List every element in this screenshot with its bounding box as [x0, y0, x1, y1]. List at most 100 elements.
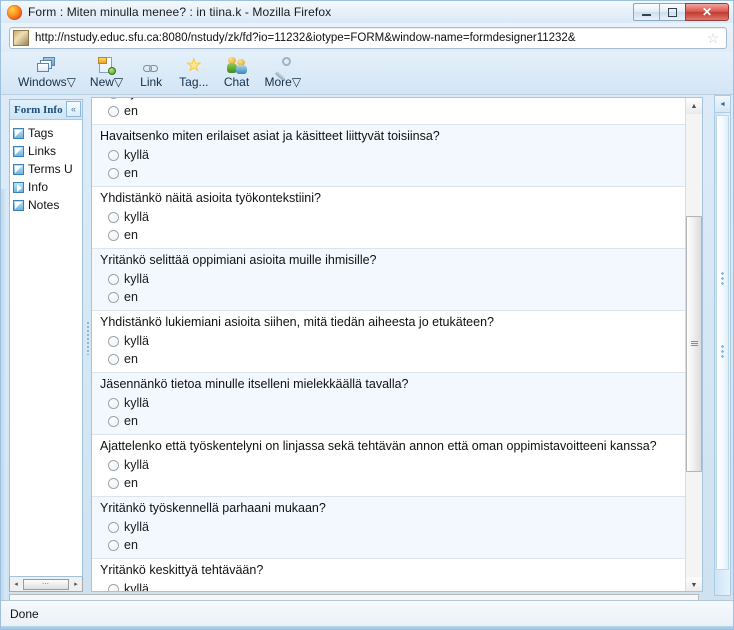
- option-row[interactable]: kyllä: [98, 456, 686, 474]
- page-vertical-scrollbar[interactable]: ◄: [714, 95, 731, 596]
- firefox-logo-icon: [7, 4, 22, 20]
- form-vertical-scrollbar[interactable]: ▲ ▼: [685, 98, 702, 591]
- url-bar[interactable]: http://nstudy.educ.sfu.ca:8080/nstudy/zk…: [9, 26, 727, 49]
- option-row[interactable]: en: [98, 102, 686, 120]
- scroll-right-arrow-icon[interactable]: ▸: [70, 580, 82, 588]
- radio-button[interactable]: [108, 149, 119, 161]
- minimize-button[interactable]: [633, 3, 660, 21]
- radio-button[interactable]: [108, 229, 119, 241]
- option-label: en: [124, 414, 138, 428]
- scroll-left-arrow-icon[interactable]: ◂: [10, 580, 22, 588]
- windows-button[interactable]: Windows▽: [11, 54, 83, 89]
- windows-button-label: Windows▽: [18, 75, 76, 89]
- window-title: Form : Miten minulla menee? : in tiina.k…: [28, 5, 332, 19]
- radio-button[interactable]: [108, 105, 119, 117]
- question-block: Yritänkö selittää oppimiani asioita muil…: [92, 249, 686, 311]
- question-block: Yritänkö työskennellä parhaani mukaan? k…: [92, 497, 686, 559]
- sidebar-item-terms-used[interactable]: Terms U: [13, 160, 82, 178]
- option-label: kyllä: [124, 520, 150, 534]
- question-text: Havaitsenko miten erilaiset asiat ja käs…: [100, 129, 440, 143]
- sidebar-header: Form Info «: [10, 100, 82, 120]
- option-label: kyllä: [124, 98, 149, 100]
- option-row[interactable]: kyllä: [98, 270, 686, 288]
- option-row[interactable]: kyllä: [98, 580, 686, 591]
- radio-button[interactable]: [108, 98, 119, 99]
- sidebar-item-label: Notes: [28, 198, 60, 212]
- new-button-label: New▽: [89, 75, 124, 89]
- radio-button[interactable]: [108, 539, 119, 551]
- radio-button[interactable]: [108, 583, 119, 591]
- scrollbar-thumb[interactable]: [686, 216, 702, 472]
- sidebar-item-links[interactable]: Links: [13, 142, 82, 160]
- option-row[interactable]: en: [98, 412, 686, 430]
- option-row[interactable]: en: [98, 536, 686, 554]
- scrollbar-grip-icon: [690, 341, 698, 347]
- panel-icon: [13, 145, 24, 157]
- left-edge-gutter: [1, 189, 7, 629]
- radio-button[interactable]: [108, 167, 119, 179]
- sidebar-collapse-button[interactable]: «: [66, 101, 81, 117]
- radio-button[interactable]: [108, 459, 119, 471]
- option-label: kyllä: [124, 272, 150, 286]
- option-label: kyllä: [124, 396, 150, 410]
- radio-button[interactable]: [108, 273, 119, 285]
- splitter-grip-icon: [87, 321, 89, 355]
- tag-button[interactable]: Tag...: [172, 54, 215, 89]
- option-row[interactable]: kyllä: [98, 518, 686, 536]
- scroll-down-arrow-icon[interactable]: ▼: [686, 577, 702, 591]
- option-row[interactable]: en: [98, 474, 686, 492]
- sidebar-horizontal-scrollbar[interactable]: ◂ ⋯ ▸: [9, 577, 83, 592]
- desktop-strip: [1, 626, 733, 629]
- option-label: en: [124, 538, 138, 552]
- option-label: en: [124, 352, 138, 366]
- option-row[interactable]: en: [98, 288, 686, 306]
- new-button[interactable]: New▽: [83, 54, 130, 89]
- question-text: Yhdistänkö lukiemiani asioita siihen, mi…: [100, 315, 494, 329]
- nstudy-toolbar: Windows▽ New▽ Link Tag... Chat More▽: [1, 52, 733, 95]
- option-row[interactable]: en: [98, 164, 686, 182]
- scrollbar-track[interactable]: [686, 114, 702, 577]
- option-row[interactable]: kyllä: [98, 208, 686, 226]
- page-scrollbar-thumb[interactable]: [716, 115, 729, 570]
- option-label: en: [124, 476, 138, 490]
- radio-button[interactable]: [108, 291, 119, 303]
- form-panel: kyllä en Havaitsenko miten erilaiset asi…: [91, 97, 703, 592]
- panel-icon: [13, 199, 24, 211]
- sidebar-item-info[interactable]: Info: [13, 178, 82, 196]
- radio-button[interactable]: [108, 353, 119, 365]
- link-button[interactable]: Link: [130, 54, 172, 89]
- scrollbar-grip-icon: [721, 271, 724, 287]
- option-row[interactable]: kyllä: [98, 146, 686, 164]
- sidebar-item-tags[interactable]: Tags: [13, 124, 82, 142]
- browser-window: Form : Miten minulla menee? : in tiina.k…: [0, 0, 734, 630]
- sidebar-items: Tags Links Terms U Info Notes: [10, 120, 82, 576]
- radio-button[interactable]: [108, 477, 119, 489]
- bookmark-star-icon[interactable]: ☆: [703, 31, 723, 45]
- minimize-icon: [642, 14, 651, 16]
- restore-button[interactable]: [659, 3, 686, 21]
- scroll-up-arrow-icon[interactable]: ▲: [686, 98, 702, 114]
- window-controls: ✕: [633, 3, 729, 21]
- radio-button[interactable]: [108, 397, 119, 409]
- page-content: Form Info « Tags Links Terms U Info Note…: [1, 95, 733, 629]
- chat-button[interactable]: Chat: [216, 54, 258, 89]
- scrollbar-thumb[interactable]: ⋯: [23, 578, 69, 590]
- question-text: Yritänkö työskennellä parhaani mukaan?: [100, 501, 326, 515]
- option-row[interactable]: kyllä: [98, 394, 686, 412]
- page-scroll-up-arrow-icon[interactable]: ◄: [715, 96, 730, 113]
- option-row[interactable]: en: [98, 226, 686, 244]
- radio-button[interactable]: [108, 335, 119, 347]
- option-row[interactable]: en: [98, 350, 686, 368]
- radio-button[interactable]: [108, 521, 119, 533]
- sidebar-title: Form Info: [14, 103, 63, 116]
- question-text: Yhdistänkö näitä asioita työkontekstiini…: [100, 191, 321, 205]
- radio-button[interactable]: [108, 415, 119, 427]
- wrench-icon: [274, 54, 293, 81]
- sidebar-item-notes[interactable]: Notes: [13, 196, 82, 214]
- restore-icon: [668, 7, 677, 17]
- radio-button[interactable]: [108, 211, 119, 223]
- question-list: kyllä en Havaitsenko miten erilaiset asi…: [92, 98, 686, 591]
- more-button[interactable]: More▽: [258, 54, 309, 89]
- option-row[interactable]: kyllä: [98, 332, 686, 350]
- close-button[interactable]: ✕: [685, 3, 729, 21]
